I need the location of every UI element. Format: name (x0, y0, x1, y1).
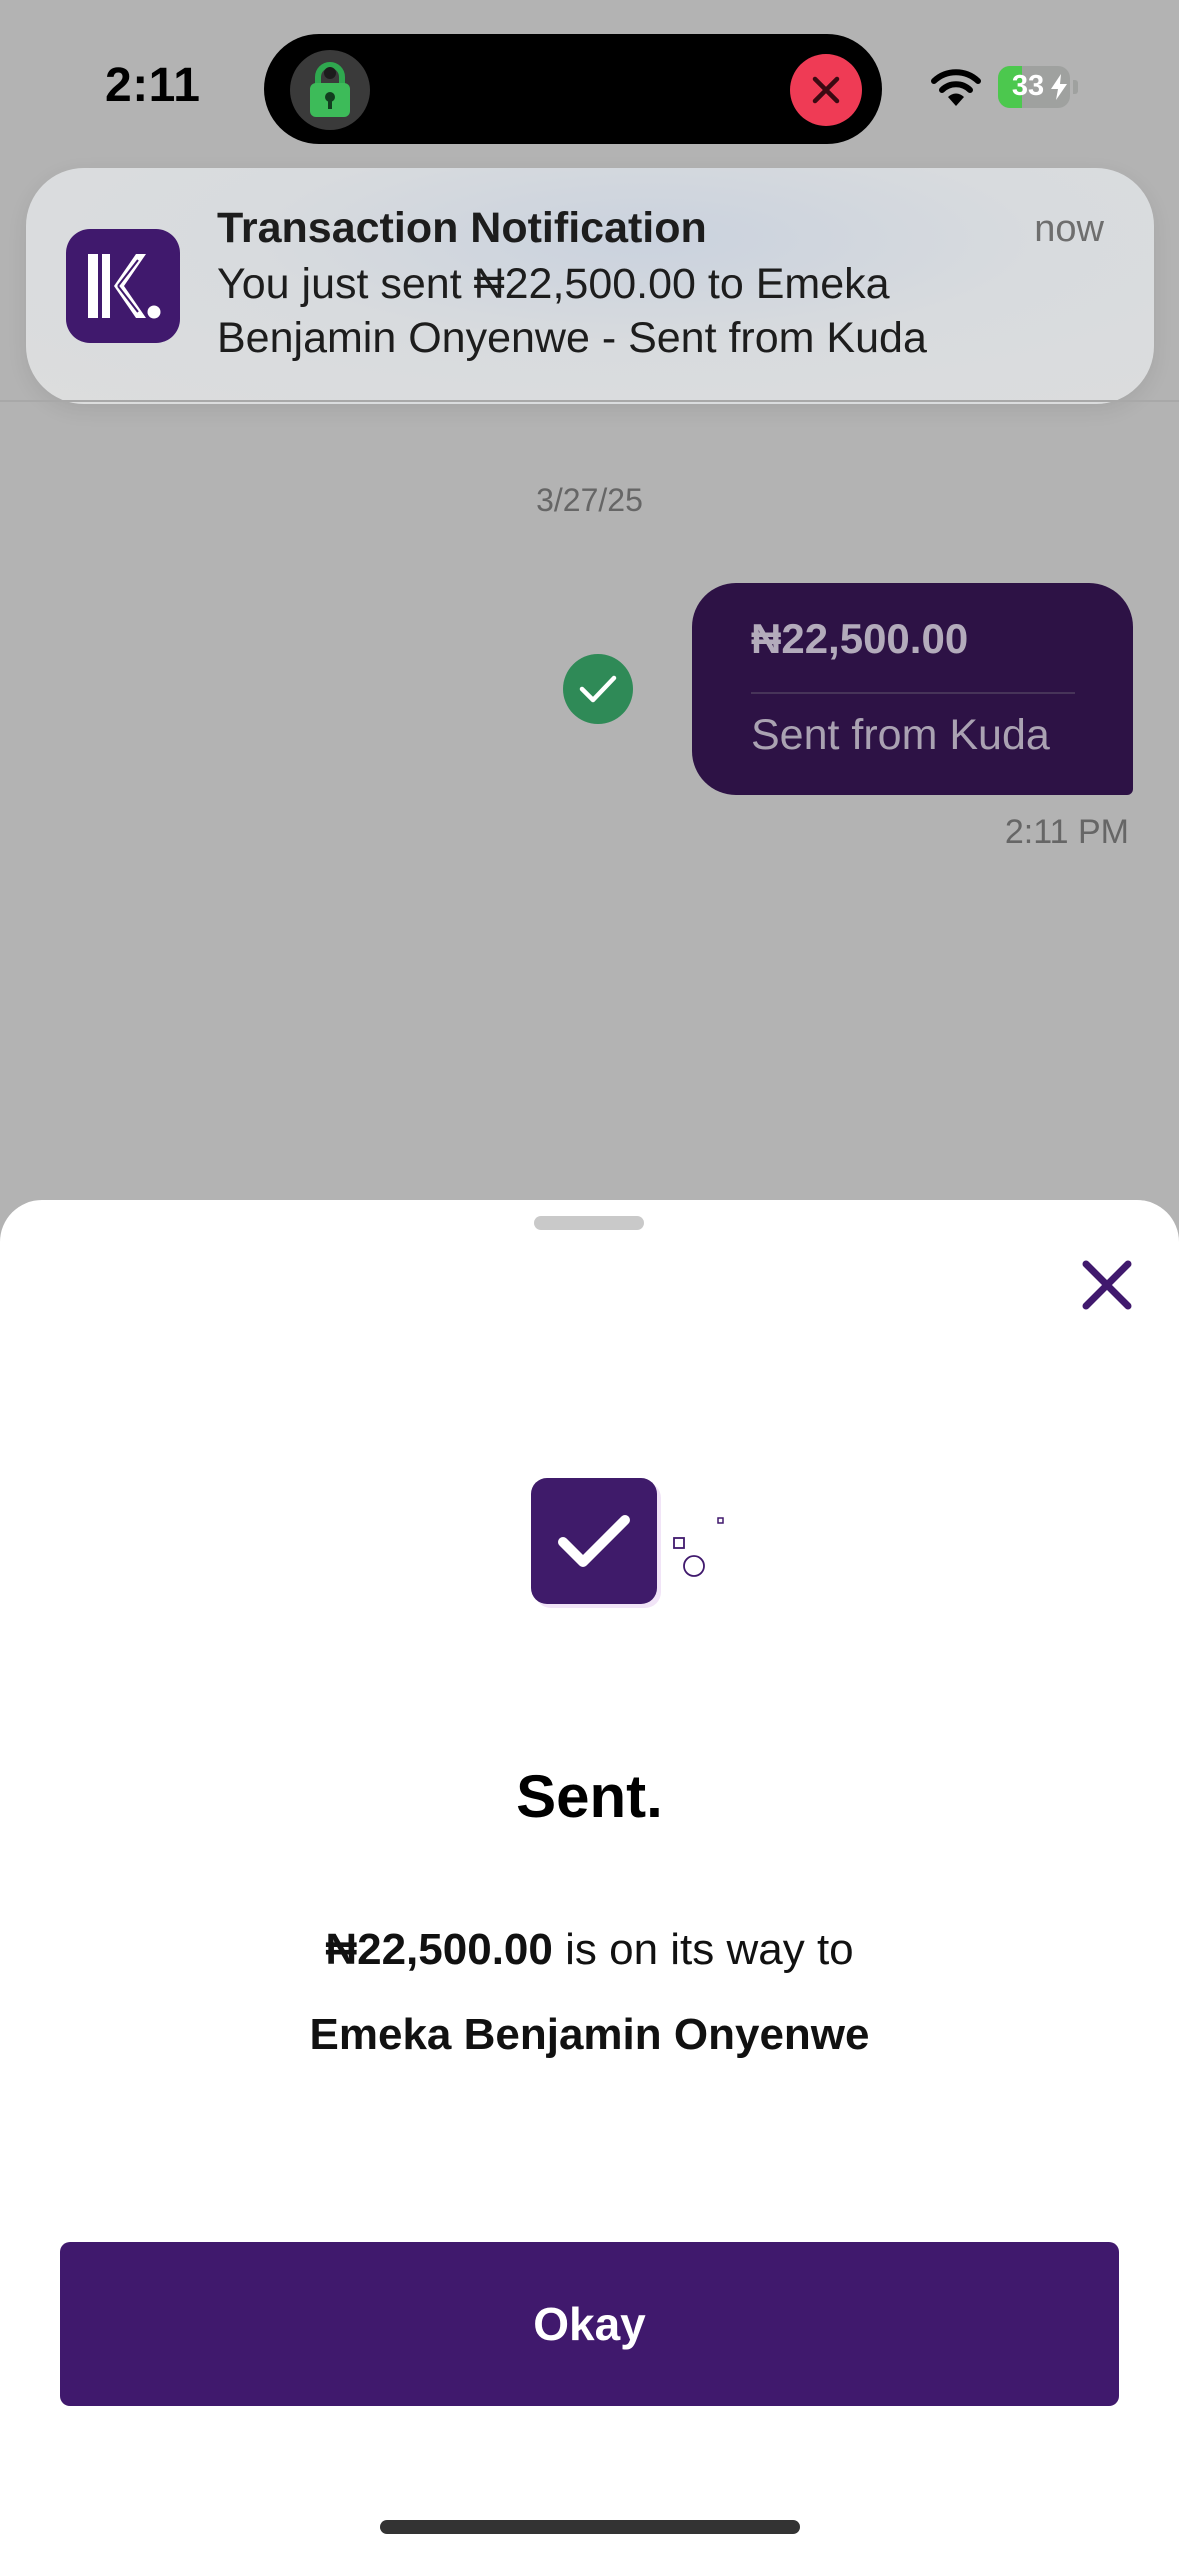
message-note: Sent from Kuda (751, 711, 1050, 759)
notification-banner[interactable]: Transaction Notification now You just se… (26, 168, 1154, 404)
sheet-grabber[interactable] (534, 1216, 644, 1230)
battery-nub (1073, 80, 1078, 94)
delivered-check-icon (563, 654, 633, 724)
sheet-amount: ₦22,500.00 (325, 1925, 553, 1974)
message-amount: ₦22,500.00 (751, 615, 969, 662)
success-check-icon (531, 1478, 657, 1604)
status-bar: 2:11 33 (0, 0, 1179, 170)
message-time: 2:11 PM (1004, 813, 1129, 851)
notification-time: now (1034, 208, 1104, 250)
confetti-icon (673, 1517, 724, 1577)
sheet-recipient: Emeka Benjamin Onyenwe (309, 2010, 870, 2059)
close-icon[interactable] (1074, 1252, 1140, 1318)
dynamic-island[interactable] (264, 34, 882, 144)
close-icon[interactable] (790, 54, 862, 126)
bolt-icon (1051, 74, 1067, 100)
notification-body: You just sent ₦22,500.00 to Emeka Benjam… (217, 260, 927, 362)
home-indicator[interactable] (380, 2520, 800, 2534)
okay-button[interactable]: Okay (60, 2242, 1119, 2406)
message-bubble[interactable]: ₦22,500.00 Sent from Kuda (692, 583, 1133, 795)
lock-vpn-icon[interactable] (290, 50, 370, 130)
sheet-message-suffix: is on its way to (552, 1925, 854, 1974)
status-time: 2:11 (105, 59, 201, 112)
sheet-message: ₦22,500.00 is on its way to (0, 1925, 1179, 1975)
battery-body: 33 (998, 66, 1070, 108)
bubble-divider (751, 692, 1075, 694)
chat-date: 3/27/25 (536, 482, 643, 518)
battery-charging-icon: 33 (998, 66, 1078, 108)
notification-title: Transaction Notification (217, 204, 707, 252)
sheet-heading: Sent. (516, 1763, 663, 1830)
success-sheet: Sent. ₦22,500.00 is on its way to Emeka … (0, 1200, 1179, 2556)
kuda-logo-icon (66, 229, 180, 343)
divider (0, 400, 1179, 402)
wifi-icon (931, 69, 981, 106)
